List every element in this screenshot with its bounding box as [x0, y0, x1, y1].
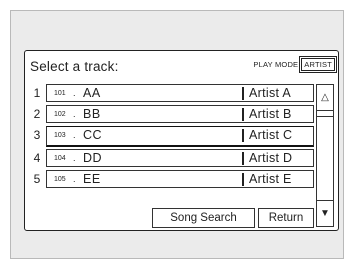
- track-code: 102: [54, 111, 66, 118]
- track-number: 1: [33, 86, 41, 100]
- track-code: 103: [54, 132, 66, 139]
- track-code: 104: [54, 155, 66, 162]
- track-number: 5: [33, 172, 41, 186]
- track-code-dot: .: [73, 153, 76, 163]
- scroll-thumb[interactable]: [317, 110, 333, 117]
- return-button[interactable]: Return: [258, 208, 314, 228]
- play-mode-label: PLAY MODE: [253, 60, 299, 69]
- track-code-dot: .: [73, 174, 76, 184]
- column-separator: [242, 152, 244, 165]
- track-list: 1 101 . AA Artist A 2 102 . BB Artist B …: [25, 84, 315, 191]
- track-row: 5 105 . EE Artist E: [25, 170, 315, 189]
- track-artist: Artist A: [249, 86, 291, 100]
- track-name: CC: [83, 128, 103, 142]
- track-row-selected: 3 103 . CC Artist C: [25, 126, 315, 147]
- scroll-up-button[interactable]: △: [317, 85, 333, 111]
- track-row: 1 101 . AA Artist A: [25, 84, 315, 103]
- track-number: 2: [33, 107, 41, 121]
- song-search-button[interactable]: Song Search: [152, 208, 255, 228]
- track-number: 4: [33, 151, 41, 165]
- track-row: 4 104 . DD Artist D: [25, 149, 315, 168]
- track-code-dot: .: [73, 130, 76, 140]
- track-row: 2 102 . BB Artist B: [25, 105, 315, 124]
- track-artist: Artist D: [249, 151, 293, 165]
- track-code: 105: [54, 176, 66, 183]
- track-button[interactable]: 103 . CC Artist C: [46, 126, 314, 147]
- track-artist: Artist E: [249, 172, 292, 186]
- play-mode: PLAY MODE ARTIST: [253, 56, 337, 73]
- triangle-down-icon: ▼: [320, 208, 330, 219]
- column-separator: [242, 87, 244, 100]
- track-number: 3: [33, 128, 41, 142]
- column-separator: [242, 108, 244, 121]
- column-separator: [242, 173, 244, 186]
- track-name: EE: [83, 172, 101, 186]
- track-name: BB: [83, 107, 101, 121]
- scrollbar[interactable]: △ ▼: [316, 84, 334, 227]
- track-code-dot: .: [73, 109, 76, 119]
- column-separator: [242, 129, 244, 142]
- track-artist: Artist C: [249, 128, 293, 142]
- triangle-up-icon: △: [321, 92, 329, 103]
- track-code-dot: .: [73, 88, 76, 98]
- track-button[interactable]: 105 . EE Artist E: [46, 170, 314, 188]
- track-button[interactable]: 102 . BB Artist B: [46, 105, 314, 123]
- track-button[interactable]: 101 . AA Artist A: [46, 84, 314, 102]
- page-title: Select a track:: [30, 59, 119, 74]
- track-code: 101: [54, 90, 66, 97]
- track-artist: Artist B: [249, 107, 292, 121]
- track-select-panel: Select a track: PLAY MODE ARTIST 1 101 .…: [24, 50, 339, 231]
- track-name: DD: [83, 151, 103, 165]
- track-name: AA: [83, 86, 101, 100]
- scroll-down-button[interactable]: ▼: [317, 200, 333, 226]
- play-mode-artist-button[interactable]: ARTIST: [299, 56, 337, 73]
- track-button[interactable]: 104 . DD Artist D: [46, 149, 314, 167]
